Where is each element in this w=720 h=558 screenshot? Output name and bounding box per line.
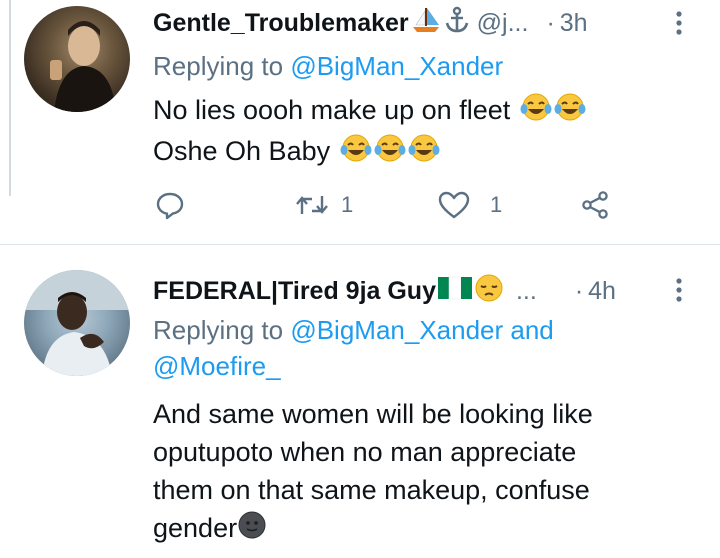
text-segment: Oshe Oh Baby bbox=[153, 135, 331, 166]
retweet-button[interactable]: 1 bbox=[295, 190, 353, 220]
text-segment: No lies oooh make up on fleet bbox=[153, 95, 511, 125]
tweet-text: And same women will be looking like oput… bbox=[153, 395, 593, 550]
text-segment: gender bbox=[153, 513, 238, 543]
tweet-text-line: oputupoto when no man appreciate bbox=[153, 437, 577, 467]
tweet-text-line: No lies oooh make up on fleet bbox=[153, 91, 586, 132]
share-icon bbox=[582, 191, 608, 219]
mention-link[interactable]: @BigMan_Xander and bbox=[290, 315, 553, 345]
reply-icon bbox=[156, 192, 184, 220]
handle[interactable]: @j... bbox=[477, 9, 529, 38]
mention-link[interactable]: @Moefire_ bbox=[153, 351, 281, 381]
tweet-text-line: them on that same makeup, confuse bbox=[153, 475, 590, 505]
avatar-photo bbox=[24, 270, 130, 376]
display-name[interactable]: Gentle_Troublemaker bbox=[153, 9, 409, 38]
timestamp[interactable]: 3h bbox=[560, 9, 588, 38]
avatar-federal[interactable] bbox=[24, 270, 130, 376]
more-options-icon[interactable] bbox=[674, 10, 684, 36]
pensive-face-emoji bbox=[474, 273, 504, 310]
handle[interactable]: ... bbox=[516, 277, 537, 306]
tweet-2[interactable]: FEDERAL|Tired 9ja Guy ... · 4h Replying … bbox=[0, 245, 720, 558]
time-separator: · bbox=[546, 9, 555, 37]
nigeria-flag-emoji bbox=[437, 275, 472, 308]
mention-link[interactable]: @BigMan_Xander bbox=[290, 51, 503, 81]
share-button[interactable] bbox=[580, 190, 610, 220]
timestamp[interactable]: 4h bbox=[588, 277, 616, 306]
display-name[interactable]: FEDERAL|Tired 9ja Guy bbox=[153, 277, 436, 306]
tweet-text-line: Oshe Oh Baby bbox=[153, 132, 586, 173]
tweet-1[interactable]: Gentle_Troublemaker @j... · 3h Replying … bbox=[0, 0, 720, 244]
tears-of-joy-emoji bbox=[554, 92, 586, 132]
time-separator: · bbox=[574, 277, 584, 305]
tweet-text-line: And same women will be looking like bbox=[153, 399, 593, 429]
retweet-icon bbox=[296, 196, 328, 214]
replying-to-line: Replying to @BigMan_Xander and @Moefire_ bbox=[153, 312, 554, 384]
tweet-text: No lies oooh make up on fleet Oshe Oh Ba… bbox=[153, 91, 586, 173]
reply-button[interactable] bbox=[155, 190, 185, 220]
like-count: 1 bbox=[490, 192, 503, 217]
tweet-header: FEDERAL|Tired 9ja Guy ... · 4h bbox=[153, 273, 616, 310]
new-moon-face-emoji bbox=[237, 510, 267, 550]
tears-of-joy-emoji bbox=[520, 92, 552, 132]
like-button[interactable]: 1 bbox=[438, 190, 502, 220]
tweet-text-line: gender bbox=[153, 509, 593, 550]
sailboat-emoji bbox=[411, 6, 441, 41]
replying-to-label: Replying to bbox=[153, 315, 284, 345]
tweet-header: Gentle_Troublemaker @j... · 3h bbox=[153, 6, 588, 41]
replying-to-label: Replying to bbox=[153, 51, 284, 81]
retweet-count: 1 bbox=[341, 192, 354, 217]
avatar-gentle-troublemaker[interactable] bbox=[24, 6, 130, 112]
tears-of-joy-emoji bbox=[340, 133, 372, 173]
replying-to-line: Replying to @BigMan_Xander bbox=[153, 48, 503, 84]
tears-of-joy-emoji bbox=[374, 133, 406, 173]
heart-icon bbox=[438, 191, 470, 219]
avatar-photo bbox=[50, 21, 116, 112]
more-options-icon[interactable] bbox=[674, 277, 684, 303]
tears-of-joy-emoji bbox=[408, 133, 440, 173]
anchor-emoji bbox=[443, 6, 471, 41]
